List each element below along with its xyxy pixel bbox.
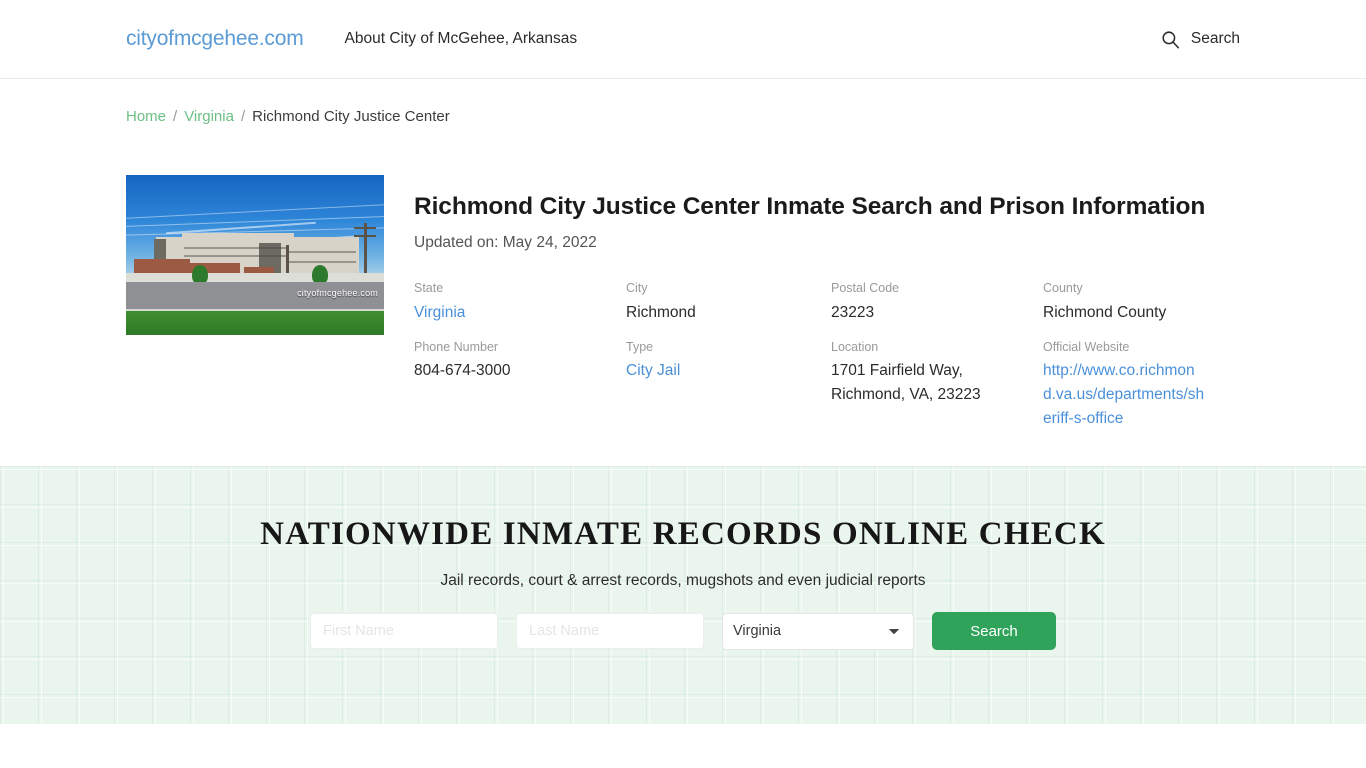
site-logo[interactable]: cityofmcgehee.com (126, 27, 304, 51)
page-title: Richmond City Justice Center Inmate Sear… (414, 193, 1206, 220)
fact-value[interactable]: City Jail (626, 359, 831, 383)
breadcrumb: Home / Virginia / Richmond City Justice … (0, 79, 1366, 125)
fact-type: Type City Jail (626, 339, 831, 432)
facility-detail: cityofmcgehee.com Richmond City Justice … (0, 125, 1366, 431)
photo-utility-pole (354, 235, 376, 237)
photo-window-band (184, 247, 289, 249)
fact-link-official-website[interactable]: http://www.co.richmond.va.us/departments… (1043, 362, 1204, 427)
fact-official-website: Official Website http://www.co.richmond.… (1043, 339, 1240, 432)
inmate-search-promo: Nationwide Inmate Records Online Check J… (0, 466, 1366, 724)
fact-value: Richmond (626, 303, 696, 321)
fact-value: Richmond County (1043, 303, 1167, 321)
inmate-search-form: Virginia Search (0, 612, 1366, 650)
fact-state: State Virginia (414, 280, 626, 325)
search-submit-button[interactable]: Search (932, 612, 1056, 650)
breadcrumb-item-current: Richmond City Justice Center (252, 108, 450, 125)
photo-utility-pole (354, 227, 376, 229)
breadcrumb-item-virginia[interactable]: Virginia (184, 108, 234, 125)
fact-link-state[interactable]: Virginia (414, 304, 465, 321)
fact-value[interactable]: Virginia (414, 301, 626, 325)
photo-window-band (184, 255, 289, 257)
fact-label: County (1043, 281, 1083, 296)
photo-grass (126, 311, 384, 335)
fact-label: State (414, 281, 444, 296)
facility-image-column: cityofmcgehee.com (126, 125, 384, 335)
fact-label: Postal Code (831, 281, 900, 296)
fact-label: City (626, 281, 648, 296)
last-updated: Updated on: May 24, 2022 (414, 234, 597, 252)
promo-subtitle: Jail records, court & arrest records, mu… (440, 572, 926, 589)
breadcrumb-item-home[interactable]: Home (126, 108, 166, 125)
primary-nav: About City of McGehee, Arkansas (345, 30, 578, 48)
fact-value: 1701 Fairfield Way, Richmond, VA, 23223 (831, 362, 981, 404)
facility-photo: cityofmcgehee.com (126, 175, 384, 335)
fact-value: 804-674-3000 (414, 362, 511, 380)
fact-location: Location 1701 Fairfield Way, Richmond, V… (831, 339, 1043, 432)
fact-label: Type (626, 339, 654, 354)
fact-city: City Richmond (626, 280, 831, 325)
fact-link-type[interactable]: City Jail (626, 362, 680, 379)
header-search-label: Search (1190, 30, 1240, 47)
breadcrumb-separator: / (240, 108, 246, 125)
fact-value[interactable]: http://www.co.richmond.va.us/departments… (1043, 359, 1225, 431)
first-name-input[interactable] (310, 613, 498, 649)
fact-label: Official Website (1043, 339, 1130, 354)
nav-item-about[interactable]: About City of McGehee, Arkansas (345, 30, 578, 48)
photo-window-band (286, 261, 356, 263)
fact-label: Phone Number (414, 339, 499, 354)
fact-county: County Richmond County (1043, 280, 1240, 325)
fact-label: Location (831, 339, 879, 354)
fact-value: 23223 (831, 303, 875, 321)
site-header: cityofmcgehee.com About City of McGehee,… (0, 0, 1366, 79)
promo-title: Nationwide Inmate Records Online Check (260, 516, 1106, 552)
fact-phone-number: Phone Number 804-674-3000 (414, 339, 626, 432)
last-name-input[interactable] (516, 613, 704, 649)
fact-postal-code: Postal Code 23223 (831, 280, 1043, 325)
header-search-button[interactable]: Search (1161, 30, 1240, 49)
photo-perimeter-wall (126, 273, 384, 283)
photo-window-band (286, 251, 356, 253)
state-select[interactable]: Virginia (722, 612, 914, 650)
breadcrumb-separator: / (173, 108, 178, 125)
photo-watermark: cityofmcgehee.com (297, 288, 378, 299)
search-icon (1161, 30, 1180, 49)
header-inner: cityofmcgehee.com About City of McGehee,… (0, 27, 1366, 51)
facility-facts-grid: State Virginia City Richmond Postal Code… (414, 280, 1240, 431)
facility-info-column: Richmond City Justice Center Inmate Sear… (384, 125, 1240, 431)
